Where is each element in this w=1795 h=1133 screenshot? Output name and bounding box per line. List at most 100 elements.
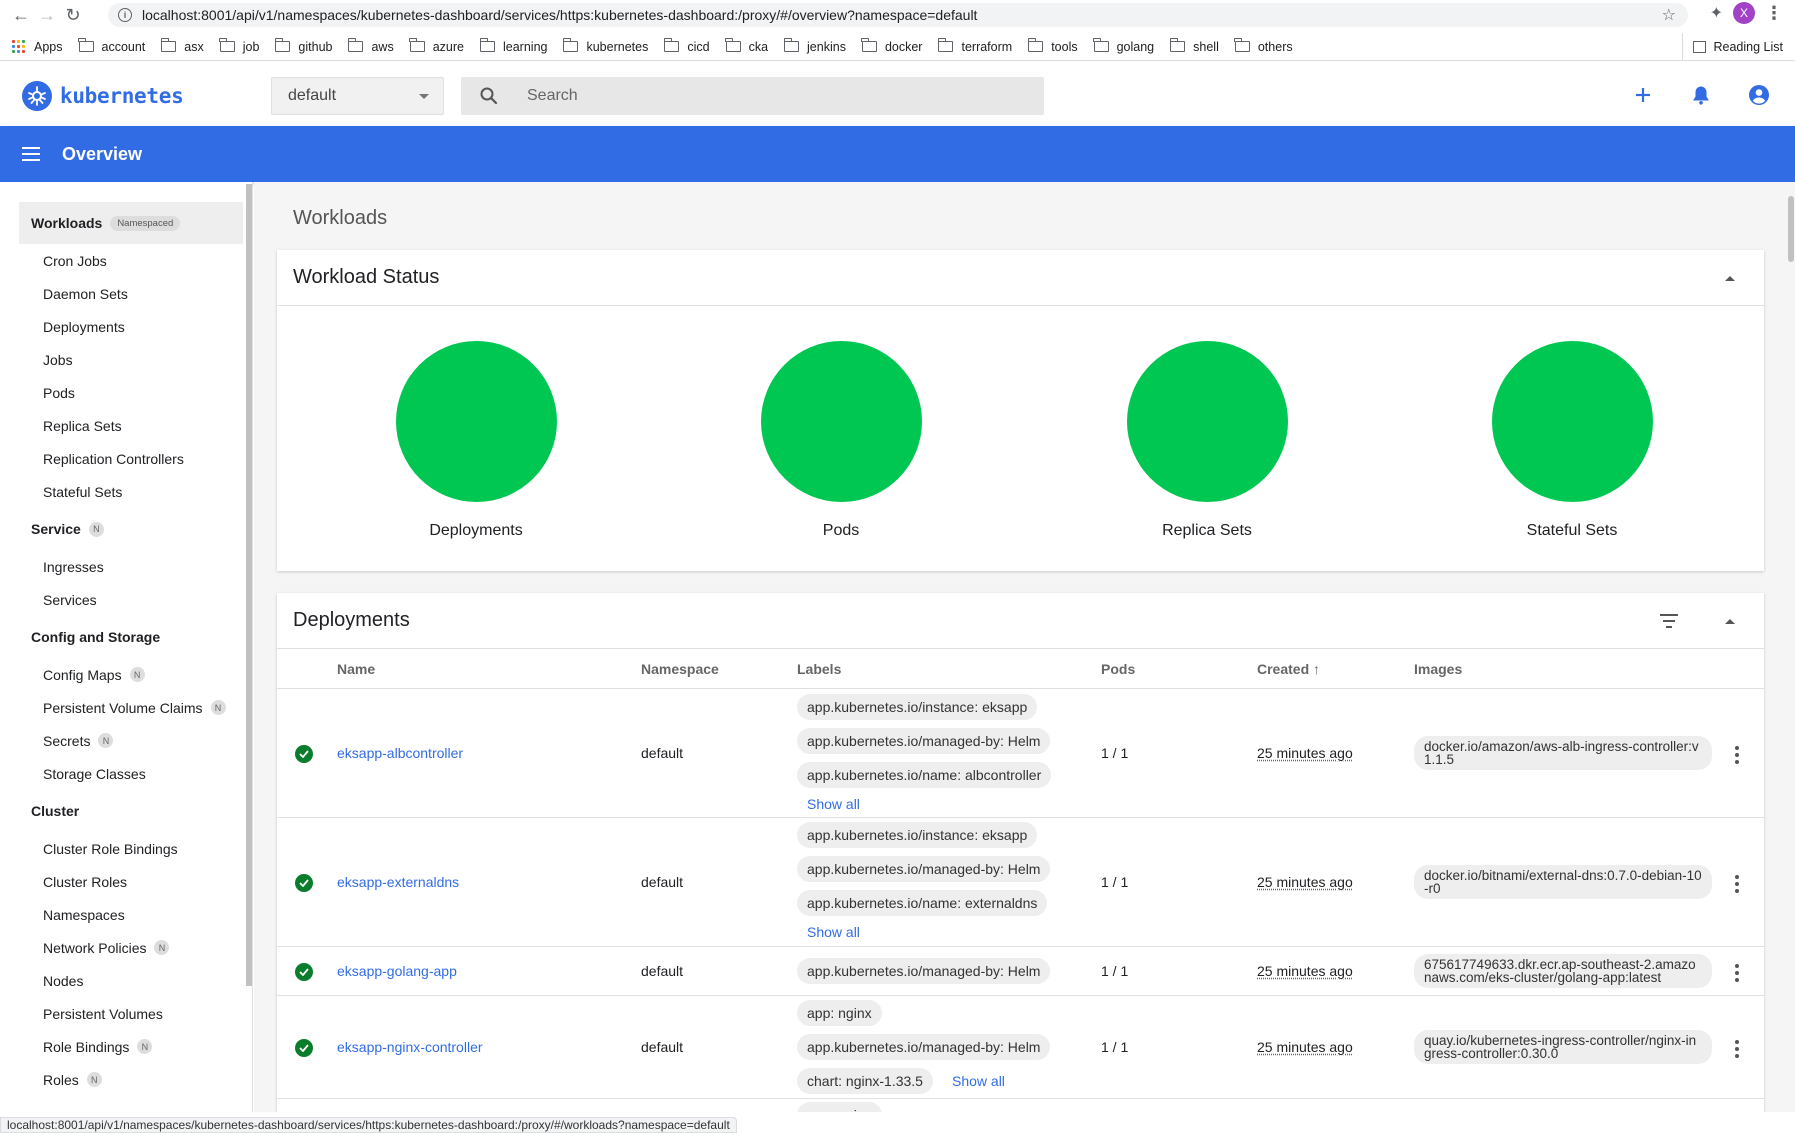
search-icon — [461, 77, 517, 115]
reading-list-label: Reading List — [1713, 40, 1784, 54]
sidebar-item-secrets[interactable]: Secrets N — [0, 724, 252, 757]
sidebar-item-network-policies[interactable]: Network Policies N — [0, 931, 252, 964]
bookmark-folder[interactable]: aws — [347, 38, 394, 54]
row-actions-menu-icon[interactable] — [1735, 1040, 1739, 1058]
bookmark-folder[interactable]: azure — [409, 38, 464, 54]
bookmark-folder[interactable]: shell — [1169, 38, 1219, 54]
sidebar-item-ingresses[interactable]: Ingresses — [0, 550, 252, 583]
bookmark-folder[interactable]: cka — [725, 38, 768, 54]
column-header-created[interactable]: Created ↑ — [1257, 661, 1320, 677]
sidebar-item-storage-classes[interactable]: Storage Classes — [0, 757, 252, 790]
show-all-link[interactable]: Show all — [807, 924, 860, 940]
browser-toolbar: ← → ↻ i localhost:8001/api/v1/namespaces… — [0, 0, 1795, 30]
search-bar[interactable] — [461, 77, 1044, 115]
bookmark-star-icon[interactable]: ☆ — [1662, 5, 1676, 25]
bookmark-apps[interactable]: Apps — [12, 39, 63, 54]
sidebar-item-cluster-roles[interactable]: Cluster Roles — [0, 865, 252, 898]
column-header-name[interactable]: Name — [337, 661, 375, 677]
scrollbar-thumb[interactable] — [1788, 196, 1794, 262]
notifications-bell-icon[interactable] — [1687, 81, 1715, 109]
bookmark-folder[interactable]: others — [1234, 38, 1293, 54]
browser-menu-icon[interactable]: ⋮ — [1765, 3, 1783, 24]
bookmark-folder[interactable]: account — [78, 38, 145, 54]
sidebar-item-roles[interactable]: Roles N — [0, 1063, 252, 1096]
deployment-name-link[interactable]: eksapp-golang-app — [337, 963, 457, 979]
sidebar-item-pvc[interactable]: Persistent Volume Claims N — [0, 691, 252, 724]
sidebar-item-replication-controllers[interactable]: Replication Controllers — [0, 442, 252, 475]
sidebar-section-cluster[interactable]: Cluster — [0, 790, 252, 832]
sidebar-item-role-bindings[interactable]: Role Bindings N — [0, 1030, 252, 1063]
sidebar-scrollbar[interactable] — [246, 184, 252, 986]
sidebar-section-workloads[interactable]: Workloads Namespaced — [19, 202, 243, 244]
sidebar-item-replica-sets[interactable]: Replica Sets — [0, 409, 252, 442]
bookmark-folder[interactable]: tools — [1027, 38, 1078, 54]
bookmark-folder[interactable]: learning — [479, 38, 548, 54]
status-chart[interactable]: Stateful Sets — [1472, 341, 1672, 540]
account-circle-icon[interactable] — [1745, 81, 1773, 109]
column-header-namespace[interactable]: Namespace — [641, 661, 719, 677]
address-bar[interactable]: i localhost:8001/api/v1/namespaces/kuber… — [108, 3, 1688, 27]
sidebar-item-jobs[interactable]: Jobs — [0, 343, 252, 376]
extensions-puzzle-icon[interactable]: ✦ — [1710, 3, 1723, 23]
pods-cell: 1 / 1 — [1101, 745, 1129, 761]
column-header-labels: Labels — [797, 661, 842, 677]
add-resource-plus-icon[interactable] — [1629, 81, 1657, 109]
sidebar-section-service[interactable]: Service N — [0, 508, 252, 550]
reading-list-button[interactable]: Reading List — [1681, 33, 1784, 61]
sidebar-item-deployments[interactable]: Deployments — [0, 310, 252, 343]
sidebar-item-cron-jobs[interactable]: Cron Jobs — [0, 244, 252, 277]
deployment-name-link[interactable]: eksapp-externaldns — [337, 874, 459, 890]
sidebar-item-pods[interactable]: Pods — [0, 376, 252, 409]
pods-cell: 1 / 1 — [1101, 963, 1129, 979]
sidebar-item-persistent-volumes[interactable]: Persistent Volumes — [0, 997, 252, 1030]
bookmark-folder[interactable]: cicd — [663, 38, 710, 54]
bookmark-folder[interactable]: golang — [1093, 38, 1154, 54]
hamburger-menu-icon[interactable] — [22, 147, 40, 161]
show-all-link[interactable]: Show all — [807, 796, 860, 812]
row-actions-menu-icon[interactable] — [1735, 875, 1739, 893]
bookmark-folder[interactable]: asx — [160, 38, 204, 54]
column-header-label: Created — [1257, 661, 1310, 677]
namespace-select[interactable]: default — [271, 77, 444, 115]
row-actions-menu-icon[interactable] — [1735, 746, 1739, 764]
main-scrollbar[interactable] — [1787, 182, 1795, 1112]
search-input[interactable] — [517, 87, 1017, 105]
sidebar-item-services[interactable]: Services — [0, 583, 252, 616]
pods-cell: 1 / 1 — [1101, 1039, 1129, 1055]
sidebar-section-config-storage[interactable]: Config and Storage — [0, 616, 252, 658]
browser-status-url: localhost:8001/api/v1/namespaces/kuberne… — [0, 1117, 737, 1133]
status-chart[interactable]: Pods — [741, 341, 941, 540]
status-label: Stateful Sets — [1526, 522, 1618, 539]
bookmark-folder[interactable]: job — [219, 38, 259, 54]
reload-icon[interactable]: ↻ — [60, 2, 86, 28]
filter-icon[interactable] — [1660, 614, 1678, 628]
bookmark-folder[interactable]: docker — [861, 38, 922, 54]
profile-avatar[interactable]: X — [1733, 2, 1755, 24]
sidebar-item-cluster-role-bindings[interactable]: Cluster Role Bindings — [0, 832, 252, 865]
site-info-icon[interactable]: i — [118, 8, 132, 22]
collapse-arrow-icon[interactable] — [1725, 619, 1735, 624]
back-arrow-icon[interactable]: ← — [8, 2, 34, 28]
deployment-name-link[interactable]: eksapp-nginx-controller — [337, 1039, 483, 1055]
sidebar-section-label: Config and Storage — [31, 629, 161, 645]
sidebar-item-stateful-sets[interactable]: Stateful Sets — [0, 475, 252, 508]
kubernetes-logo[interactable]: kubernetes — [22, 81, 184, 111]
sidebar-item-daemon-sets[interactable]: Daemon Sets — [0, 277, 252, 310]
sidebar-item-namespaces[interactable]: Namespaces — [0, 898, 252, 931]
bookmark-folder[interactable]: github — [274, 38, 332, 54]
sidebar-item-nodes[interactable]: Nodes — [0, 964, 252, 997]
status-chart[interactable]: Deployments — [376, 341, 576, 540]
collapse-arrow-icon[interactable] — [1725, 276, 1735, 281]
forward-arrow-icon[interactable]: → — [34, 2, 60, 28]
bookmark-folder[interactable]: jenkins — [783, 38, 846, 54]
bookmark-folder[interactable]: terraform — [937, 38, 1012, 54]
bookmark-folder[interactable]: kubernetes — [562, 38, 648, 54]
sidebar-item-config-maps[interactable]: Config Maps N — [0, 658, 252, 691]
row-actions-menu-icon[interactable] — [1735, 964, 1739, 982]
folder-icon — [562, 38, 579, 52]
show-all-link[interactable]: Show all — [952, 1073, 1005, 1089]
status-chart[interactable]: Replica Sets — [1107, 341, 1307, 540]
address-url[interactable]: localhost:8001/api/v1/namespaces/kuberne… — [142, 7, 977, 23]
deployment-name-link[interactable]: eksapp-albcontroller — [337, 745, 463, 761]
bookmark-label: learning — [503, 39, 548, 54]
